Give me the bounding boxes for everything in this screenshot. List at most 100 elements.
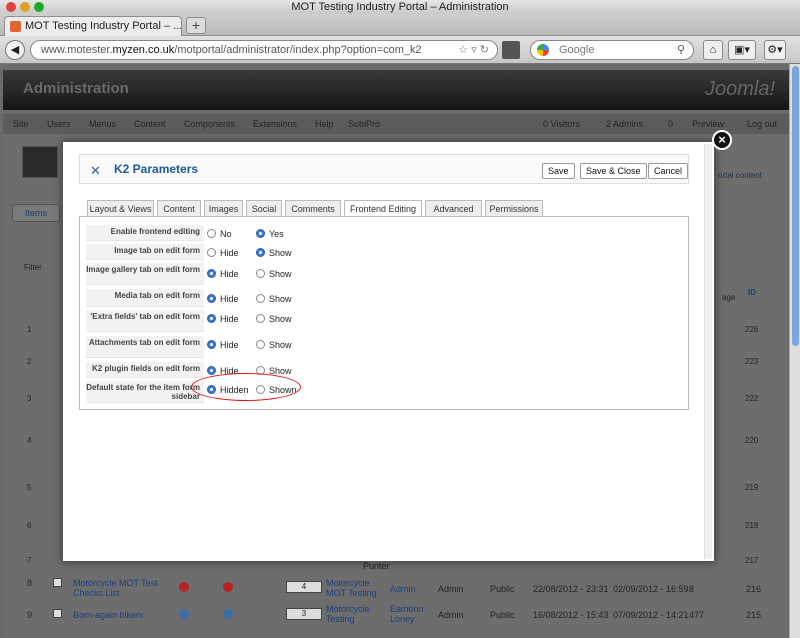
tab-permissions[interactable]: Permissions bbox=[485, 200, 543, 217]
row-checkbox[interactable] bbox=[53, 609, 62, 618]
param-option-1[interactable]: Hide bbox=[207, 248, 239, 258]
logout-link[interactable]: Log out bbox=[747, 119, 777, 129]
menu-content[interactable]: Content bbox=[134, 119, 166, 129]
param-label: Media tab on edit form bbox=[86, 289, 204, 307]
param-option-2[interactable]: Show bbox=[256, 340, 292, 350]
page-scrollbar[interactable] bbox=[789, 64, 800, 638]
preview-link[interactable]: Preview bbox=[692, 119, 724, 129]
row-id: 226 bbox=[745, 325, 759, 334]
admin-toolbar-icon bbox=[22, 146, 58, 178]
magnifier-icon[interactable]: ⚲ bbox=[677, 41, 685, 59]
tab-images[interactable]: Images bbox=[204, 200, 243, 217]
option-label: Show bbox=[269, 314, 292, 324]
radio-button-selected[interactable] bbox=[207, 366, 216, 375]
feed-button[interactable] bbox=[502, 41, 520, 59]
browser-tab[interactable]: MOT Testing Industry Portal – ... bbox=[4, 16, 182, 36]
scrollbar-thumb[interactable] bbox=[792, 66, 799, 346]
row-title-link[interactable]: Born-again bikers bbox=[73, 610, 144, 620]
admin-menu-bar: Site Users Menus Content Components Exte… bbox=[3, 114, 789, 134]
param-option-2[interactable]: Show bbox=[256, 248, 292, 258]
published-icon[interactable] bbox=[179, 609, 189, 619]
ordering-input[interactable]: 3 bbox=[286, 608, 322, 620]
radio-button[interactable] bbox=[207, 229, 216, 238]
address-bar[interactable]: www.motester.myzen.co.uk/motportal/admin… bbox=[30, 40, 498, 60]
radio-button[interactable] bbox=[207, 248, 216, 257]
tab-comments[interactable]: Comments bbox=[285, 200, 341, 217]
filter-label: Filter bbox=[24, 263, 42, 272]
param-option-1[interactable]: Hide bbox=[207, 340, 239, 350]
param-option-1[interactable]: No bbox=[207, 229, 232, 239]
save-close-button[interactable]: Save & Close bbox=[580, 163, 647, 179]
search-box[interactable]: Google ⚲ bbox=[530, 40, 694, 60]
side-link[interactable]: ortal content bbox=[718, 171, 762, 180]
row-number: 5 bbox=[27, 483, 32, 492]
bookmarks-button[interactable]: ▣▾ bbox=[728, 40, 756, 60]
tab-social[interactable]: Social bbox=[246, 200, 282, 217]
row-created: 16/08/2012 - 15:43 bbox=[533, 610, 609, 620]
menu-sobipro[interactable]: SobiPro bbox=[348, 119, 380, 129]
dropdown-arrow-icon[interactable]: ▿ bbox=[471, 44, 477, 56]
column-id[interactable]: ID bbox=[748, 288, 756, 297]
radio-button[interactable] bbox=[256, 269, 265, 278]
param-option-2[interactable]: Show bbox=[256, 269, 292, 279]
minimize-window-icon[interactable] bbox=[20, 2, 30, 12]
radio-button-selected[interactable] bbox=[207, 269, 216, 278]
row-id: 217 bbox=[745, 556, 759, 565]
radio-button[interactable] bbox=[256, 340, 265, 349]
unpublished-icon[interactable] bbox=[179, 582, 189, 592]
tools-button[interactable]: ⚙▾ bbox=[764, 40, 786, 60]
menu-site[interactable]: Site bbox=[13, 119, 29, 129]
radio-button-selected[interactable] bbox=[256, 248, 265, 257]
menu-help[interactable]: Help bbox=[315, 119, 334, 129]
featured-icon[interactable] bbox=[223, 609, 233, 619]
bookmark-star-icon[interactable]: ☆ bbox=[458, 44, 468, 56]
radio-button-selected[interactable] bbox=[256, 229, 265, 238]
cancel-button[interactable]: Cancel bbox=[648, 163, 689, 179]
new-tab-button[interactable]: + bbox=[186, 17, 206, 34]
row-number: 6 bbox=[27, 521, 32, 530]
radio-button[interactable] bbox=[256, 294, 265, 303]
radio-button-selected[interactable] bbox=[207, 314, 216, 323]
close-window-icon[interactable] bbox=[6, 2, 16, 12]
home-button[interactable]: ⌂ bbox=[703, 40, 723, 60]
radio-button-selected[interactable] bbox=[207, 294, 216, 303]
radio-button[interactable] bbox=[256, 314, 265, 323]
row-access: Public bbox=[490, 584, 515, 594]
ordering-input[interactable]: 4 bbox=[286, 581, 322, 593]
tab-layout-views[interactable]: Layout & Views bbox=[87, 200, 154, 217]
tab-content[interactable]: Content bbox=[157, 200, 201, 217]
url-domain: myzen.co.uk bbox=[112, 44, 175, 56]
row-category[interactable]: Motorcycle Testing bbox=[326, 604, 386, 624]
save-button[interactable]: Save bbox=[542, 163, 575, 179]
row-title-link[interactable]: Motorcycle MOT Test Checks List bbox=[73, 578, 168, 598]
param-option-2[interactable]: Show bbox=[256, 314, 292, 324]
not-featured-icon[interactable] bbox=[223, 582, 233, 592]
menu-components[interactable]: Components bbox=[184, 119, 235, 129]
menu-extensions[interactable]: Extensions bbox=[253, 119, 297, 129]
row-category[interactable]: Motorcycle MOT Testing bbox=[326, 578, 386, 598]
menu-users[interactable]: Users bbox=[47, 119, 71, 129]
row-checkbox[interactable] bbox=[53, 578, 62, 587]
modal-scrollbar[interactable] bbox=[704, 144, 712, 559]
param-option-2[interactable]: Yes bbox=[256, 229, 284, 239]
row-author[interactable]: Admin bbox=[390, 584, 416, 594]
param-option-1[interactable]: Hide bbox=[207, 314, 239, 324]
param-option-2[interactable]: Show bbox=[256, 294, 292, 304]
param-option-1[interactable]: Hide bbox=[207, 294, 239, 304]
visitors-count: 0 Visitors bbox=[543, 119, 580, 129]
modal-close-button[interactable]: × bbox=[712, 130, 732, 150]
row-author[interactable]: Eamonn Loney bbox=[390, 604, 430, 624]
option-label: Hide bbox=[220, 314, 239, 324]
option-label: Yes bbox=[269, 229, 284, 239]
window-titlebar: MOT Testing Industry Portal – Administra… bbox=[0, 0, 800, 14]
zoom-window-icon[interactable] bbox=[34, 2, 44, 12]
back-button[interactable]: ◀ bbox=[5, 40, 25, 60]
menu-menus[interactable]: Menus bbox=[89, 119, 116, 129]
tab-advanced[interactable]: Advanced bbox=[425, 200, 482, 217]
radio-button-selected[interactable] bbox=[207, 340, 216, 349]
reload-icon[interactable]: ↻ bbox=[480, 44, 489, 56]
param-label: Image gallery tab on edit form bbox=[86, 263, 204, 285]
row-modified-by: Admin bbox=[438, 584, 464, 594]
items-tab[interactable]: Items bbox=[12, 204, 60, 222]
param-option-1[interactable]: Hide bbox=[207, 269, 239, 279]
